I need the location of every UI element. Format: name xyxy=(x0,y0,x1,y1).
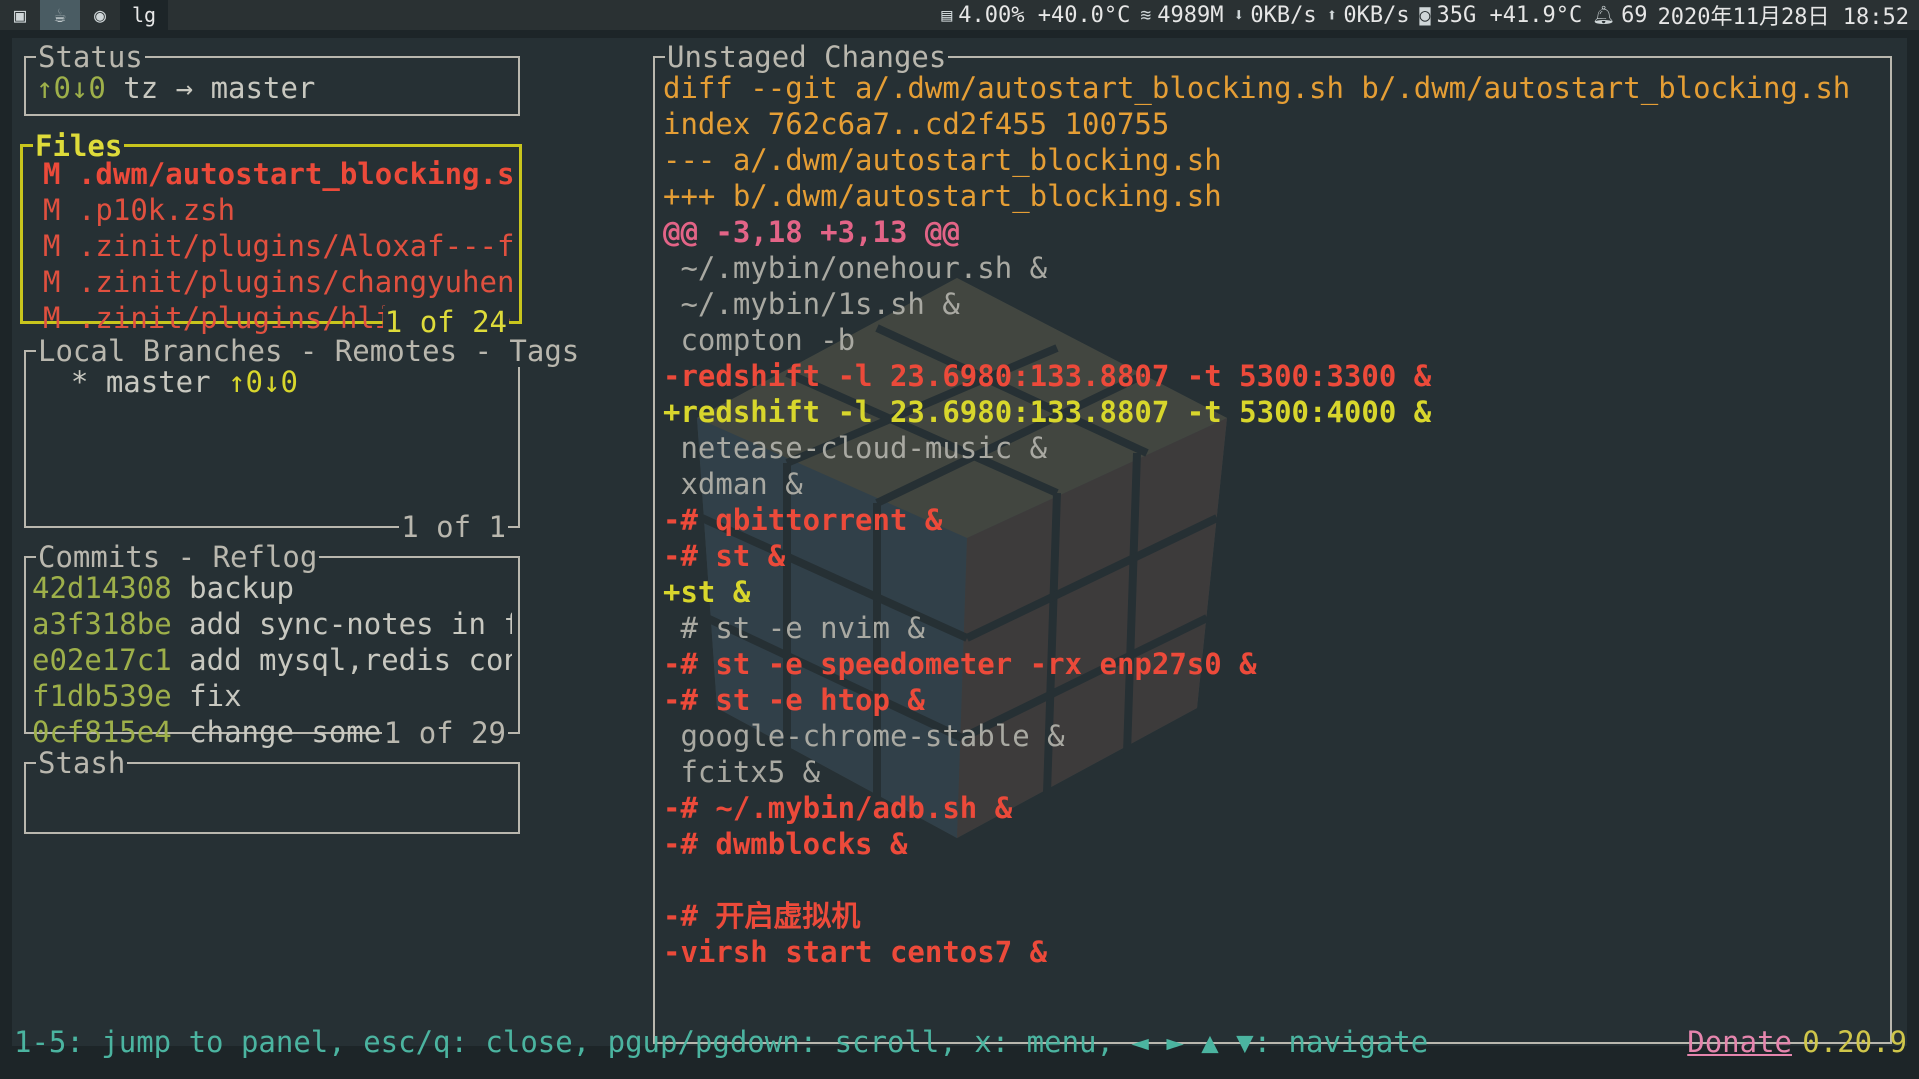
keybinding-help-bar: 1-5: jump to panel, esc/q: close, pgup/p… xyxy=(14,1022,1907,1062)
memory-icon: ≋ xyxy=(1140,4,1152,26)
terminal-icon: ▣ xyxy=(13,3,27,27)
commits-panel-title: Commits - Reflog xyxy=(36,540,320,574)
version-label: 0.20.9 xyxy=(1802,1025,1907,1059)
tag-eye[interactable]: ◉ xyxy=(80,0,120,30)
diff-line-header: +++ b/.dwm/autostart_blocking.sh xyxy=(663,179,1222,213)
diff-line-context: ~/.mybin/1s.sh & xyxy=(663,287,960,321)
stash-panel[interactable]: Stash xyxy=(24,747,520,834)
diff-line-removed: -# dwmblocks & xyxy=(663,827,908,861)
eye-icon: ◉ xyxy=(93,3,107,27)
diff-line-removed: -# st & xyxy=(663,539,786,573)
notification-count: 69 xyxy=(1621,2,1648,28)
download-icon: ⬇ xyxy=(1233,4,1245,26)
cpu-readout: 4.00% +40.0°C xyxy=(958,2,1131,28)
window-title: lg xyxy=(120,0,169,30)
commits-panel-footer: 1 of 29 xyxy=(381,716,508,750)
datetime: 2020年11月28日 18:52 xyxy=(1657,5,1909,30)
diff-line-removed: -redshift -l 23.6980:133.8807 -t 5300:33… xyxy=(663,359,1432,393)
diff-line-context: ~/.mybin/onehour.sh & xyxy=(663,251,1048,285)
file-item[interactable]: M .zinit/plugins/Aloxaf---fzf-ta xyxy=(43,228,515,264)
diff-line-removed: -virsh start centos7 & xyxy=(663,935,1048,969)
bell-icon: 🔔︎ xyxy=(1592,4,1616,26)
diff-line-removed: -# st -e speedometer -rx enp27s0 & xyxy=(663,647,1257,681)
status-panel-title: Status xyxy=(36,40,145,74)
diff-line-removed: -# qbittorrent & xyxy=(663,503,943,537)
diff-line-removed: -# 开启虚拟机 xyxy=(663,899,861,933)
keybinding-help: 1-5: jump to panel, esc/q: close, pgup/p… xyxy=(14,1025,1429,1059)
branches-panel[interactable]: Local Branches - Remotes - Tags * master… xyxy=(24,335,582,543)
memory-readout: 4989M xyxy=(1157,2,1224,28)
file-item[interactable]: M .zinit/plugins/changyuheng---z xyxy=(43,264,515,300)
diff-line-added: +st & xyxy=(663,575,751,609)
diff-line-context xyxy=(663,862,1888,898)
upload-icon: ⬆ xyxy=(1326,4,1338,26)
tag-terminal[interactable]: ▣ xyxy=(0,0,40,30)
diff-content: diff --git a/.dwm/autostart_blocking.sh … xyxy=(663,70,1888,970)
commit-item[interactable]: 42d14308 backup xyxy=(32,570,512,606)
stash-panel-title: Stash xyxy=(36,746,128,780)
lazygit-window: Status ↑0↓0 tz → master Files M .dwm/aut… xyxy=(12,38,1907,1046)
upload-readout: 0KB/s xyxy=(1343,2,1410,28)
disk-readout: 35G +41.9°C xyxy=(1436,2,1583,28)
diff-line-header: --- a/.dwm/autostart_blocking.sh xyxy=(663,143,1222,177)
disk-icon: ◙ xyxy=(1419,4,1431,26)
status-line: ↑0↓0 tz → master xyxy=(36,71,316,105)
branches-panel-footer: 1 of 1 xyxy=(399,510,508,544)
coffee-icon: ☕ xyxy=(53,3,67,27)
file-item-selected[interactable]: M .dwm/autostart_blocking.sh xyxy=(43,156,515,192)
commit-item[interactable]: f1db539e fix xyxy=(32,678,512,714)
file-item[interactable]: M .p10k.zsh xyxy=(43,192,515,228)
status-text: tz → master xyxy=(105,71,316,105)
diff-line-context: fcitx5 & xyxy=(663,755,821,789)
diff-line-context: google-chrome-stable & xyxy=(663,719,1065,753)
diff-line-context: # st -e nvim & xyxy=(663,611,925,645)
files-panel[interactable]: Files M .dwm/autostart_blocking.sh M .p1… xyxy=(20,130,522,338)
top-status-bar: ▣ ☕ ◉ lg ▤ 4.00% +40.0°C ≋ 4989M ⬇ 0KB/s… xyxy=(0,0,1919,30)
diff-line-removed: -# st -e htop & xyxy=(663,683,925,717)
commit-item[interactable]: a3f318be add sync-notes in functi xyxy=(32,606,512,642)
tag-coffee[interactable]: ☕ xyxy=(40,0,80,30)
diff-line-removed: -# ~/.mybin/adb.sh & xyxy=(663,791,1013,825)
download-readout: 0KB/s xyxy=(1250,2,1317,28)
branch-item[interactable]: * master ↑0↓0 xyxy=(36,364,298,400)
diff-line-context: xdman & xyxy=(663,467,803,501)
commits-panel[interactable]: Commits - Reflog 42d14308 backup a3f318b… xyxy=(24,541,520,749)
cpu-icon: ▤ xyxy=(941,4,953,26)
diff-line-added: +redshift -l 23.6980:133.8807 -t 5300:40… xyxy=(663,395,1432,429)
diff-line-context: netease-cloud-music & xyxy=(663,431,1048,465)
diff-panel-title: Unstaged Changes xyxy=(665,40,949,74)
status-panel[interactable]: Status ↑0↓0 tz → master xyxy=(24,41,520,116)
diff-line-hunk: @@ -3,18 +3,13 @@ xyxy=(663,215,960,249)
commit-item[interactable]: e02e17c1 add mysql,redis configur xyxy=(32,642,512,678)
branches-panel-title: Local Branches - Remotes - Tags xyxy=(36,334,582,368)
diff-panel[interactable]: Unstaged Changes diff --git a/.dwm/autos… xyxy=(653,41,1892,1044)
diff-line-context: compton -b xyxy=(663,323,856,357)
diff-line-header: index 762c6a7..cd2f455 100755 xyxy=(663,107,1170,141)
donate-link[interactable]: Donate xyxy=(1687,1022,1792,1062)
diff-line-header: diff --git a/.dwm/autostart_blocking.sh … xyxy=(663,71,1851,105)
system-status: ▤ 4.00% +40.0°C ≋ 4989M ⬇ 0KB/s ⬆ 0KB/s … xyxy=(931,0,1909,31)
